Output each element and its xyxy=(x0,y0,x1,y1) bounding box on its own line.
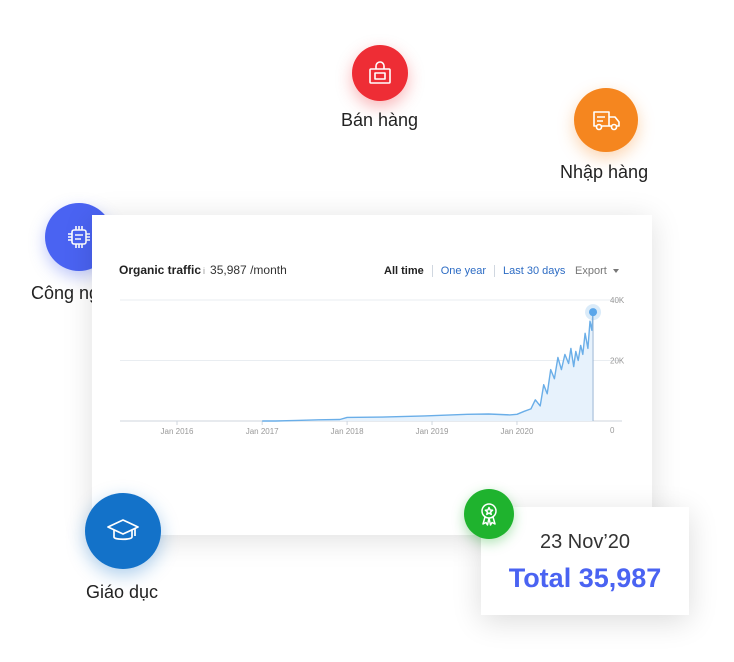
organic-traffic-chart-card: Organic traffic i 35,987 /month All time O… xyxy=(92,215,652,535)
x-tick-label: Jan 2018 xyxy=(331,427,364,436)
stat-total: Total 35,987 xyxy=(508,563,662,593)
delivery-truck-icon xyxy=(593,111,620,131)
award-bubble[interactable] xyxy=(464,489,514,539)
graduation-cap-icon xyxy=(107,519,139,541)
shopping-bag-icon xyxy=(369,61,391,84)
x-tick-label: Jan 2017 xyxy=(246,427,279,436)
education-label: Giáo dục xyxy=(86,582,159,602)
sales-bubble[interactable] xyxy=(352,45,408,101)
x-tick-label: Jan 2020 xyxy=(500,427,533,436)
traffic-area xyxy=(262,312,593,421)
sales-label: Bán hàng xyxy=(341,110,419,130)
import-label: Nhập hàng xyxy=(560,162,649,182)
education-bubble[interactable] xyxy=(85,493,161,569)
x-tick-label: Jan 2016 xyxy=(161,427,194,436)
y-tick-label: 20K xyxy=(610,357,625,366)
x-tick-label: Jan 2019 xyxy=(416,427,449,436)
import-bubble[interactable] xyxy=(574,88,638,152)
y-tick-label: 40K xyxy=(610,296,625,305)
award-ribbon-icon xyxy=(481,503,497,526)
traffic-plot: 0 20K 40K Jan 2016 Jan 2017 Jan 2018 Jan 2019 J… xyxy=(120,296,625,436)
y-tick-label: 0 xyxy=(610,426,615,435)
cpu-chip-icon xyxy=(68,226,90,248)
highlight-point xyxy=(589,308,598,317)
stat-date: 23 Nov’20 xyxy=(539,531,631,553)
